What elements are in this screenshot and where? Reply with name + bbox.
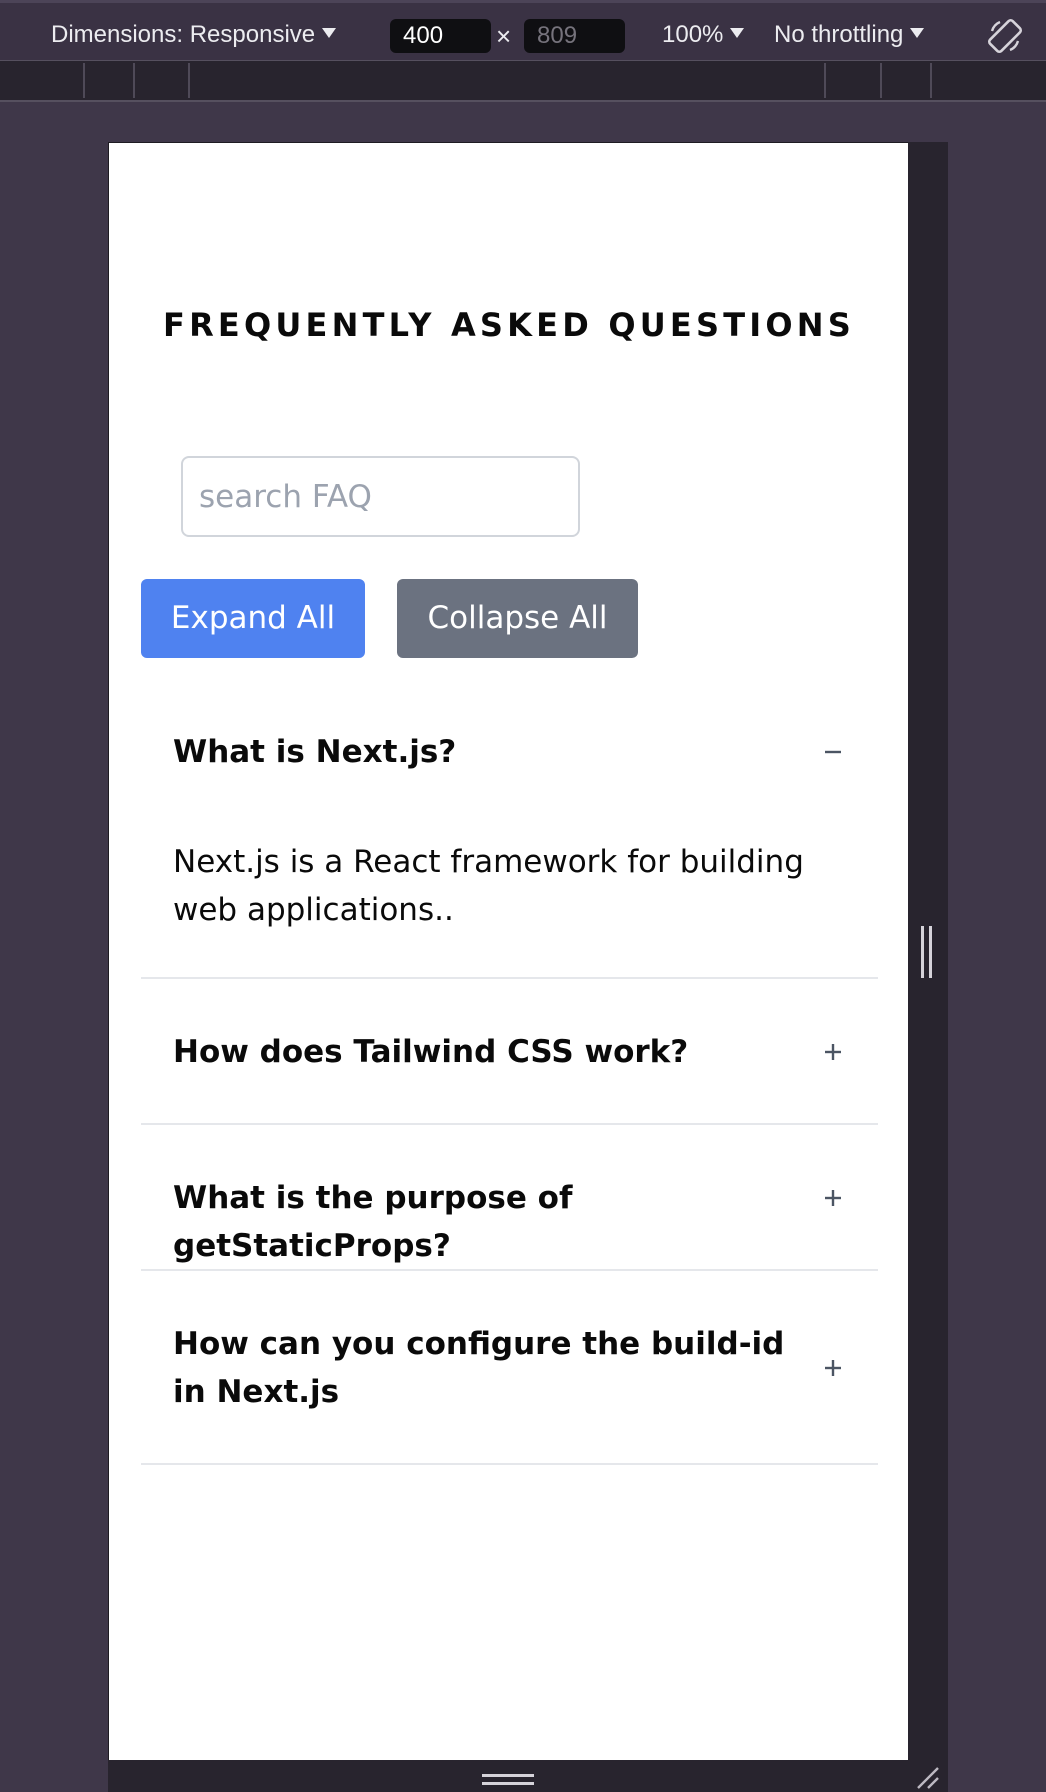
faq-question[interactable]: How can you configure the build-id in Ne…: [173, 1320, 793, 1416]
expand-all-button[interactable]: Expand All: [141, 579, 365, 658]
corner-resize-icon[interactable]: [914, 1764, 942, 1790]
viewport-bottom-frame: [108, 1760, 948, 1792]
zoom-label: 100%: [662, 21, 724, 48]
ruler-tick: [880, 63, 882, 98]
ruler-tick: [83, 63, 85, 98]
dimensions-dropdown[interactable]: Dimensions: Responsive: [51, 17, 337, 53]
ruler-tick: [824, 63, 826, 98]
page-viewport: FREQUENTLY ASKED QUESTIONS Expand All Co…: [108, 142, 908, 1760]
times-separator: ×: [496, 21, 512, 51]
faq-answer: Next.js is a React framework for buildin…: [173, 844, 804, 928]
throttle-label: No throttling: [774, 21, 904, 48]
caret-down-icon: [910, 28, 925, 38]
faq-item: What is Next.js? Next.js is a React fram…: [141, 721, 878, 979]
faq-item: How does Tailwind CSS work?: [141, 979, 878, 1125]
rotate-device-icon[interactable]: [986, 17, 1024, 55]
search-input[interactable]: [181, 456, 580, 537]
faq-question[interactable]: What is Next.js?: [173, 728, 793, 776]
ruler-tick: [133, 63, 135, 98]
throttling-dropdown[interactable]: No throttling: [774, 17, 925, 53]
faq-question[interactable]: What is the purpose of getStaticProps?: [173, 1174, 793, 1270]
ruler-tick: [930, 63, 932, 98]
plus-icon[interactable]: [822, 1187, 844, 1209]
faq-item: What is the purpose of getStaticProps?: [141, 1125, 878, 1271]
height-resize-handle[interactable]: [482, 1774, 534, 1785]
ruler-tick: [188, 63, 190, 98]
viewport-height-input[interactable]: [524, 19, 625, 53]
minus-icon[interactable]: [822, 741, 844, 763]
viewport-width-input[interactable]: [390, 19, 491, 53]
caret-down-icon: [322, 28, 337, 38]
media-query-ruler: [0, 61, 1046, 102]
plus-icon[interactable]: [822, 1357, 844, 1379]
width-resize-handle[interactable]: [921, 926, 932, 978]
plus-icon[interactable]: [822, 1041, 844, 1063]
viewport-side-frame: [907, 142, 948, 1762]
faq-question[interactable]: How does Tailwind CSS work?: [173, 1028, 793, 1076]
page-title: FREQUENTLY ASKED QUESTIONS: [163, 306, 855, 344]
caret-down-icon: [730, 28, 745, 38]
zoom-dropdown[interactable]: 100%: [662, 17, 745, 53]
devtools-toolbar: Dimensions: Responsive × 100% No throttl…: [0, 0, 1046, 61]
collapse-all-button[interactable]: Collapse All: [397, 579, 638, 658]
dimensions-label: Dimensions: Responsive: [51, 21, 316, 48]
faq-item: How can you configure the build-id in Ne…: [141, 1271, 878, 1465]
